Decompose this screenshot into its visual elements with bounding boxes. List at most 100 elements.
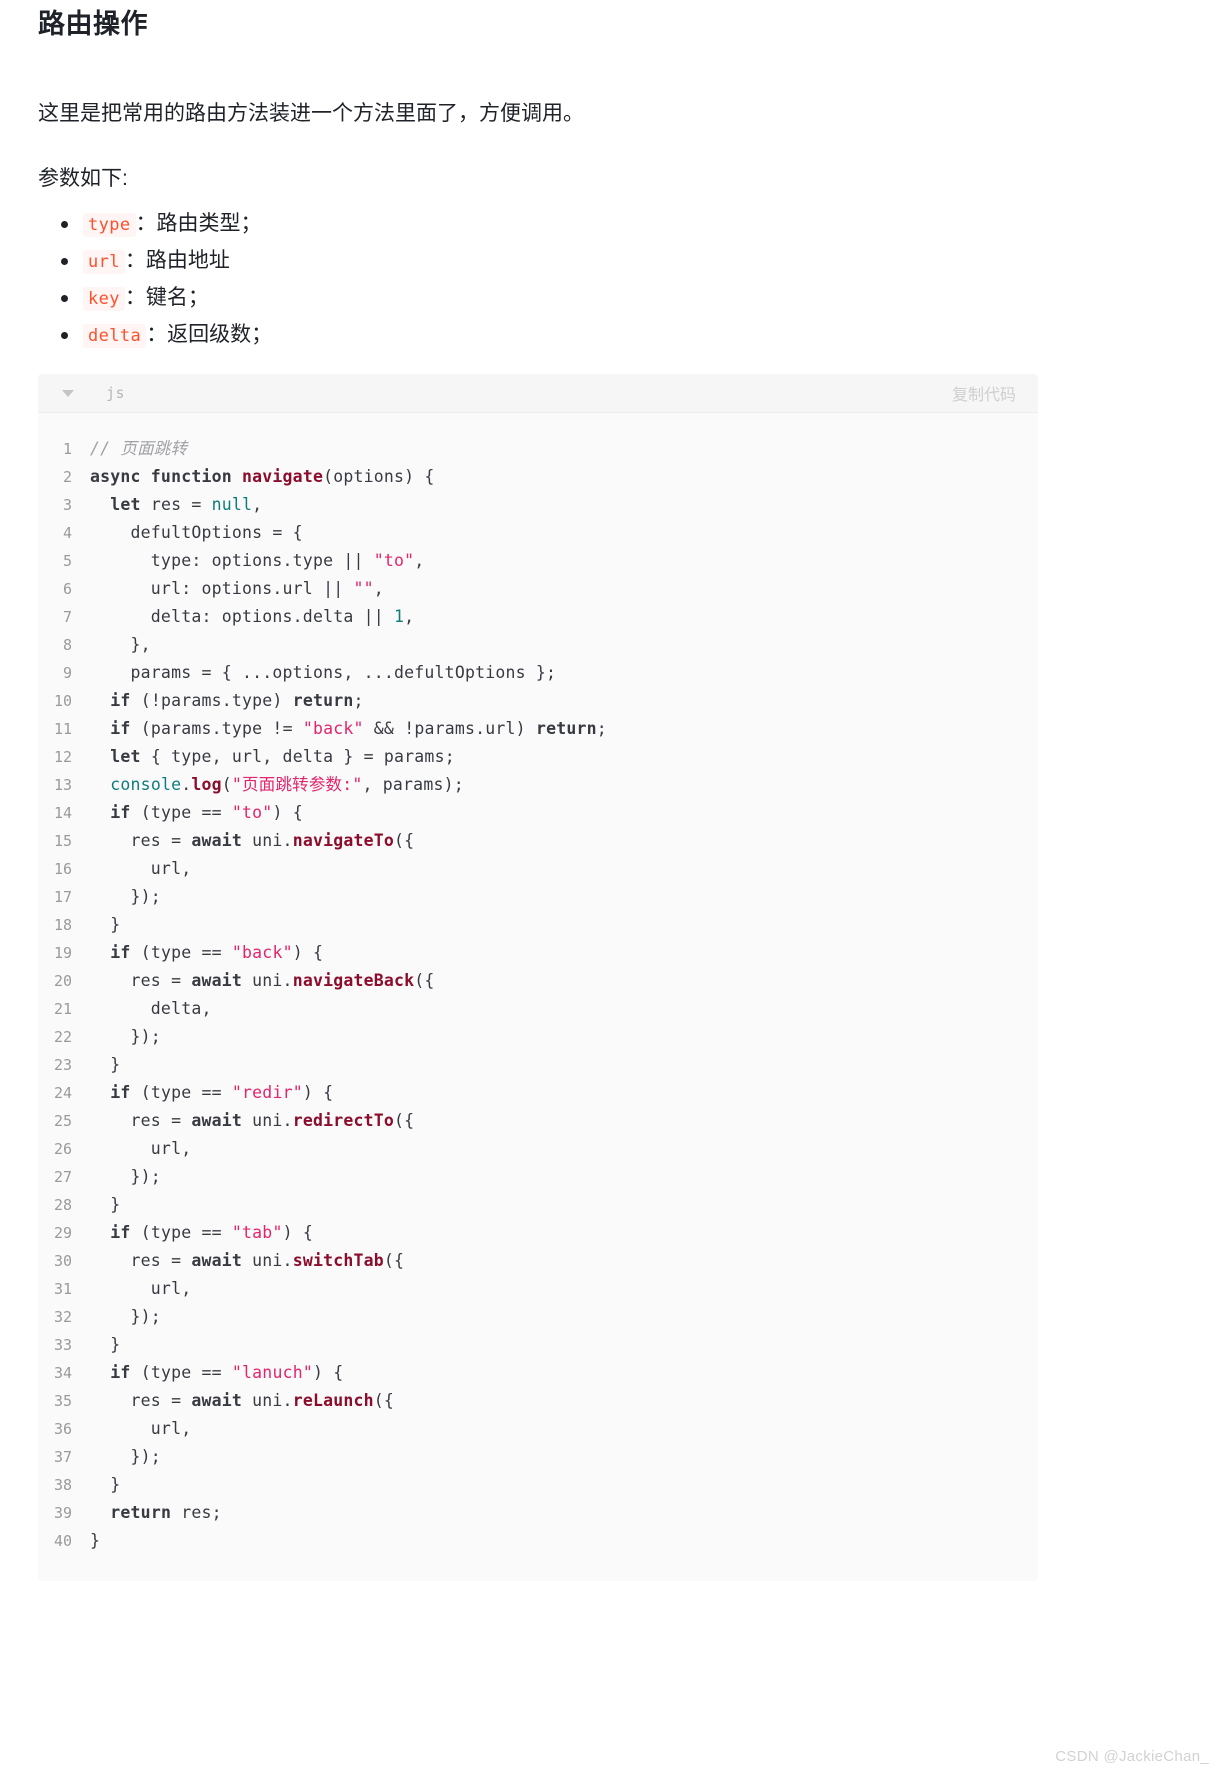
token-pln: } — [90, 1055, 121, 1074]
code-line: 14 if (type == "to") { — [38, 799, 1038, 827]
line-number: 13 — [53, 776, 72, 794]
line-number: 6 — [62, 580, 72, 598]
code-line: 26 url, — [38, 1135, 1038, 1163]
token-pln — [90, 1083, 110, 1102]
code-text: url, — [90, 1275, 191, 1303]
token-kw: await — [191, 1111, 243, 1130]
code-text: return res; — [90, 1499, 222, 1527]
token-kw: let — [110, 747, 141, 766]
code-line: 9 params = { ...options, ...defultOption… — [38, 659, 1038, 687]
line-number: 34 — [53, 1364, 72, 1382]
code-line: 21 delta, — [38, 995, 1038, 1023]
list-item: delta ：返回级数； — [38, 316, 272, 353]
code-text: res = await uni.navigateBack({ — [90, 967, 435, 995]
token-kw: return — [535, 719, 597, 738]
code-text: let { type, url, delta } = params; — [90, 743, 455, 771]
token-kw: if — [110, 1363, 131, 1382]
token-pln: (type == — [130, 943, 232, 962]
token-pln — [90, 719, 110, 738]
token-pln: . — [181, 775, 192, 794]
chevron-down-icon[interactable] — [62, 389, 74, 397]
code-text: res = await uni.navigateTo({ — [90, 827, 415, 855]
token-pln — [90, 1503, 110, 1522]
token-pln: }); — [90, 1447, 161, 1466]
code-line: 31 url, — [38, 1275, 1038, 1303]
line-number: 22 — [53, 1028, 72, 1046]
param-description: ：返回级数； — [146, 323, 273, 346]
token-str: "back" — [231, 943, 293, 962]
code-text: } — [90, 1191, 120, 1219]
code-line: 8 }, — [38, 631, 1038, 659]
token-pln — [90, 1223, 110, 1242]
token-pln: ; — [353, 691, 364, 710]
token-str: "" — [353, 579, 374, 598]
token-kw: if — [110, 803, 131, 822]
code-text: if (type == "tab") { — [90, 1219, 313, 1247]
token-fn: reLaunch — [292, 1391, 374, 1410]
line-number: 35 — [53, 1392, 72, 1410]
token-pln — [90, 943, 110, 962]
code-text: res = await uni.reLaunch({ — [90, 1387, 394, 1415]
params-label: 参数如下: — [38, 167, 128, 190]
code-text: if (type == "back") { — [90, 939, 323, 967]
code-line: 24 if (type == "redir") { — [38, 1079, 1038, 1107]
code-text: res = await uni.redirectTo({ — [90, 1107, 415, 1135]
code-line: 28 } — [38, 1191, 1038, 1219]
line-number: 26 — [53, 1140, 72, 1158]
token-pln: res = — [140, 495, 212, 514]
code-text: } — [90, 1051, 120, 1079]
code-text: // 页面跳转 — [90, 435, 187, 463]
token-pln: , params); — [362, 775, 464, 794]
token-pln: { type, url, delta } = params; — [140, 747, 455, 766]
watermark: CSDN @JackieChan_ — [1055, 1748, 1209, 1765]
param-description: ：路由类型； — [135, 212, 262, 235]
line-number: 17 — [53, 888, 72, 906]
token-pln: } — [90, 1475, 121, 1494]
token-pln: && !params.url) — [363, 719, 536, 738]
code-line: 38 } — [38, 1471, 1038, 1499]
param-code-type: type — [83, 213, 136, 237]
code-line: 19 if (type == "back") { — [38, 939, 1038, 967]
code-content[interactable]: 1 // 页面跳转 2 async function navigate(options… — [38, 413, 1038, 1581]
list-item: url ：路由地址 — [38, 242, 272, 279]
token-str: "redir" — [231, 1083, 303, 1102]
token-kw: return — [110, 1503, 172, 1522]
line-number: 27 — [53, 1168, 72, 1186]
code-text: url, — [90, 855, 191, 883]
code-text: url, — [90, 1135, 191, 1163]
code-line: 10 if (!params.type) return; — [38, 687, 1038, 715]
token-pln: , — [373, 579, 384, 598]
token-pln: uni. — [242, 971, 293, 990]
line-number: 39 — [53, 1504, 72, 1522]
code-text: }); — [90, 1023, 161, 1051]
code-block: js 复制代码 1 // 页面跳转 2 async function navigate… — [38, 374, 1038, 1581]
token-pln: ) { — [282, 1223, 313, 1242]
token-pln: uni. — [242, 1111, 293, 1130]
token-pln: ({ — [373, 1391, 395, 1410]
code-line: 12 let { type, url, delta } = params; — [38, 743, 1038, 771]
token-pln: res = — [90, 1251, 192, 1270]
param-description: ：路由地址 — [124, 249, 230, 272]
token-pln: res = — [90, 1111, 192, 1130]
token-pln: ( — [221, 775, 232, 794]
token-kw: await — [191, 1391, 243, 1410]
line-number: 7 — [62, 608, 72, 626]
token-pln: (!params.type) — [130, 691, 293, 710]
token-pln: } — [90, 1531, 101, 1550]
token-pln: ) { — [272, 803, 303, 822]
code-text: }); — [90, 1163, 161, 1191]
copy-code-button[interactable]: 复制代码 — [952, 381, 1016, 405]
token-pln: ({ — [394, 831, 415, 850]
line-number: 5 — [62, 552, 72, 570]
list-item: type ：路由类型； — [38, 205, 272, 242]
token-pln: }, — [90, 635, 151, 654]
code-line: 2 async function navigate(options) { — [38, 463, 1038, 491]
token-pln: defultOptions = { — [90, 523, 303, 542]
token-pln: , — [404, 607, 415, 626]
code-text: params = { ...options, ...defultOptions … — [90, 659, 556, 687]
param-description: ：键名； — [124, 286, 209, 309]
token-kw: await — [191, 971, 243, 990]
code-text: defultOptions = { — [90, 519, 303, 547]
token-pln: } — [90, 1335, 121, 1354]
code-line: 5 type: options.type || "to", — [38, 547, 1038, 575]
